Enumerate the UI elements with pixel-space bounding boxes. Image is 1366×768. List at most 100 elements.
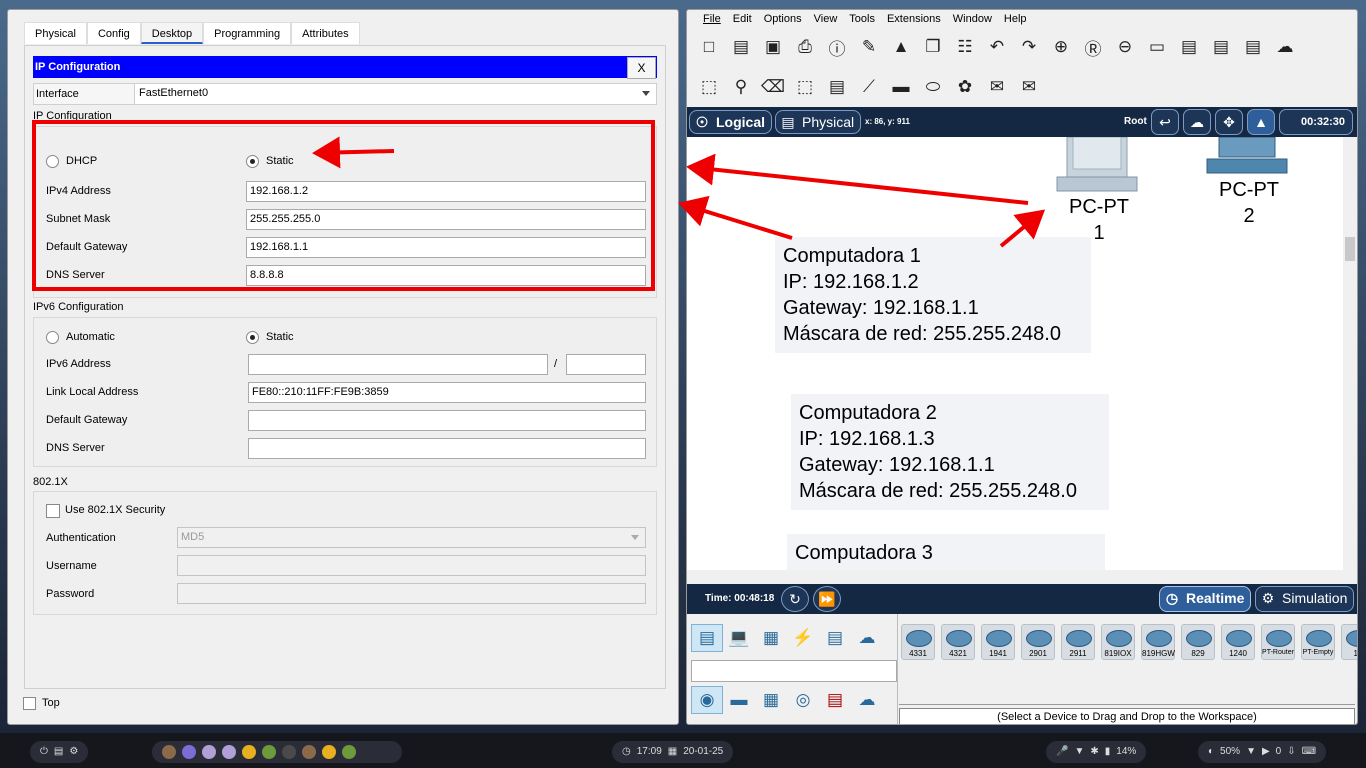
fast-forward-icon[interactable]: ⏩ — [813, 586, 841, 612]
app-icon[interactable] — [182, 745, 196, 759]
app-icon[interactable] — [302, 745, 316, 759]
power-icon[interactable]: ⏻ — [40, 741, 48, 763]
miscellaneous-icon[interactable]: ▤ — [819, 624, 851, 652]
inspect-icon[interactable]: ⚲ — [725, 74, 757, 100]
pc-device-icon[interactable] — [1201, 137, 1291, 179]
undo-icon[interactable]: ↶ — [981, 34, 1013, 60]
draw-line-icon[interactable]: ⟋ — [853, 74, 885, 100]
authentication-select[interactable]: MD5 — [177, 527, 646, 548]
rectangle-icon[interactable]: ▬ — [885, 74, 917, 100]
hubs-icon[interactable]: ▦ — [755, 686, 787, 714]
menu-file[interactable]: File — [697, 10, 727, 28]
ellipse-icon[interactable]: ⬭ — [917, 74, 949, 100]
menu-edit[interactable]: Edit — [727, 10, 758, 28]
custom-device-icon[interactable]: ▤ — [1173, 34, 1205, 60]
system-tray-left[interactable]: ⏻ ▤ ⚙ — [30, 741, 89, 763]
app-icon[interactable] — [162, 745, 176, 759]
tab-desktop[interactable]: Desktop — [140, 22, 204, 44]
device-4331[interactable]: 4331 — [901, 624, 935, 660]
vertical-scrollbar[interactable] — [1343, 137, 1357, 570]
device-pt-empty[interactable]: PT-Empty — [1301, 624, 1335, 660]
files-icon[interactable]: ▤ — [54, 741, 63, 763]
simulation-button[interactable]: ⚙ Simulation — [1255, 586, 1355, 612]
activity-icon[interactable]: ▲ — [885, 34, 917, 60]
zoom-reset-icon[interactable]: Ⓡ — [1077, 34, 1109, 60]
note-computadora-2[interactable]: Computadora 2 IP: 192.168.1.3 Gateway: 1… — [791, 394, 1109, 510]
settings-icon[interactable]: ⚙ — [69, 741, 78, 763]
chrome-icon[interactable] — [322, 745, 336, 759]
print-icon[interactable]: ⎙ — [789, 34, 821, 60]
tab-attributes[interactable]: Attributes — [291, 22, 360, 44]
use-8021x-checkbox[interactable] — [46, 504, 60, 518]
wizard-icon[interactable]: ✎ — [853, 34, 885, 60]
pc-device-icon[interactable] — [1053, 137, 1143, 195]
notes-icon[interactable]: ▤ — [1205, 34, 1237, 60]
resize-icon[interactable]: ⬚ — [789, 74, 821, 100]
ipv6-static-radio[interactable] — [246, 331, 259, 344]
switches-icon[interactable]: ▬ — [723, 686, 755, 714]
device-2911[interactable]: 2911 — [1061, 624, 1095, 660]
password-input[interactable] — [177, 583, 646, 604]
link-local-input[interactable]: FE80::210:11FF:FE9B:3859 — [248, 382, 646, 403]
note-computadora-1[interactable]: Computadora 1 IP: 192.168.1.2 Gateway: 1… — [775, 237, 1091, 353]
zoom-in-icon[interactable]: ⊕ — [1045, 34, 1077, 60]
tab-physical[interactable]: Physical — [24, 22, 87, 44]
note-computadora-3[interactable]: Computadora 3 — [787, 534, 1105, 570]
device-icon[interactable]: ▤ — [1237, 34, 1269, 60]
packet-tracer-icon[interactable] — [342, 745, 356, 759]
device-search-input[interactable] — [691, 660, 897, 682]
quick-settings[interactable]: ◐ 50% ▼ ▶ 0 ⇩ ⌨ — [1198, 741, 1327, 763]
paste-icon[interactable]: ☷ — [949, 34, 981, 60]
device-1941[interactable]: 1941 — [981, 624, 1015, 660]
complex-pdu-icon[interactable]: ✉ — [1013, 74, 1045, 100]
device-819iox[interactable]: 819IOX — [1101, 624, 1135, 660]
ipv6-address-input[interactable] — [248, 354, 548, 375]
multiuser-icon[interactable]: ☁ — [851, 624, 883, 652]
menu-window[interactable]: Window — [947, 10, 998, 28]
routers-icon[interactable]: ◉ — [691, 686, 723, 714]
components-icon[interactable]: ▦ — [755, 624, 787, 652]
menu-extensions[interactable]: Extensions — [881, 10, 947, 28]
scroll-thumb[interactable] — [1345, 237, 1355, 261]
app-icon[interactable] — [202, 745, 216, 759]
device-18[interactable]: 18 — [1341, 624, 1357, 660]
menu-options[interactable]: Options — [758, 10, 808, 28]
ipv6-prefix-input[interactable] — [566, 354, 646, 375]
packet-tracer-icon[interactable] — [262, 745, 276, 759]
microphone-icon[interactable]: 🎤 — [1056, 741, 1068, 763]
copy-icon[interactable]: ❐ — [917, 34, 949, 60]
move-icon[interactable]: ✥ — [1215, 109, 1243, 135]
ipv6-dns-input[interactable] — [248, 438, 646, 459]
new-file-icon[interactable]: □ — [693, 34, 725, 60]
physical-button[interactable]: ▤ Physical — [775, 110, 862, 134]
clock-widget[interactable]: ◷ 17:09 ▦ 20-01-25 — [612, 741, 734, 763]
device-1240[interactable]: 1240 — [1221, 624, 1255, 660]
delete-icon[interactable]: ⌫ — [757, 74, 789, 100]
top-checkbox[interactable] — [23, 697, 36, 710]
menu-view[interactable]: View — [808, 10, 844, 28]
cluster-icon[interactable]: ☁ — [1183, 109, 1211, 135]
cloud-icon[interactable]: ☁ — [1269, 34, 1301, 60]
bluetooth-icon[interactable]: ✱ — [1090, 741, 1098, 763]
back-icon[interactable]: ↩ — [1151, 109, 1179, 135]
device-819hgw[interactable]: 819HGW — [1141, 624, 1175, 660]
tab-programming[interactable]: Programming — [203, 22, 292, 44]
zoom-out-icon[interactable]: ⊖ — [1109, 34, 1141, 60]
logical-workspace[interactable]: PC-PT 1 PC-PT 2 Computadora 1 IP: 192.16… — [687, 137, 1343, 570]
background-image-icon[interactable]: ▲ — [1247, 109, 1275, 135]
username-input[interactable] — [177, 555, 646, 576]
realtime-button[interactable]: ◷ Realtime — [1159, 586, 1252, 612]
device-829[interactable]: 829 — [1181, 624, 1215, 660]
network-devices-icon[interactable]: ▤ — [691, 624, 723, 652]
wireless-icon[interactable]: ◎ — [787, 686, 819, 714]
wifi-icon[interactable]: ▼ — [1074, 741, 1084, 763]
device-2901[interactable]: 2901 — [1021, 624, 1055, 660]
info-icon[interactable]: ⓘ — [821, 34, 853, 60]
ipv6-gateway-input[interactable] — [248, 410, 646, 431]
device-4321[interactable]: 4321 — [941, 624, 975, 660]
save-icon[interactable]: ▣ — [757, 34, 789, 60]
select-icon[interactable]: ⬚ — [693, 74, 725, 100]
redo-icon[interactable]: ↷ — [1013, 34, 1045, 60]
menu-tools[interactable]: Tools — [843, 10, 881, 28]
connections-icon[interactable]: ⚡ — [787, 624, 819, 652]
